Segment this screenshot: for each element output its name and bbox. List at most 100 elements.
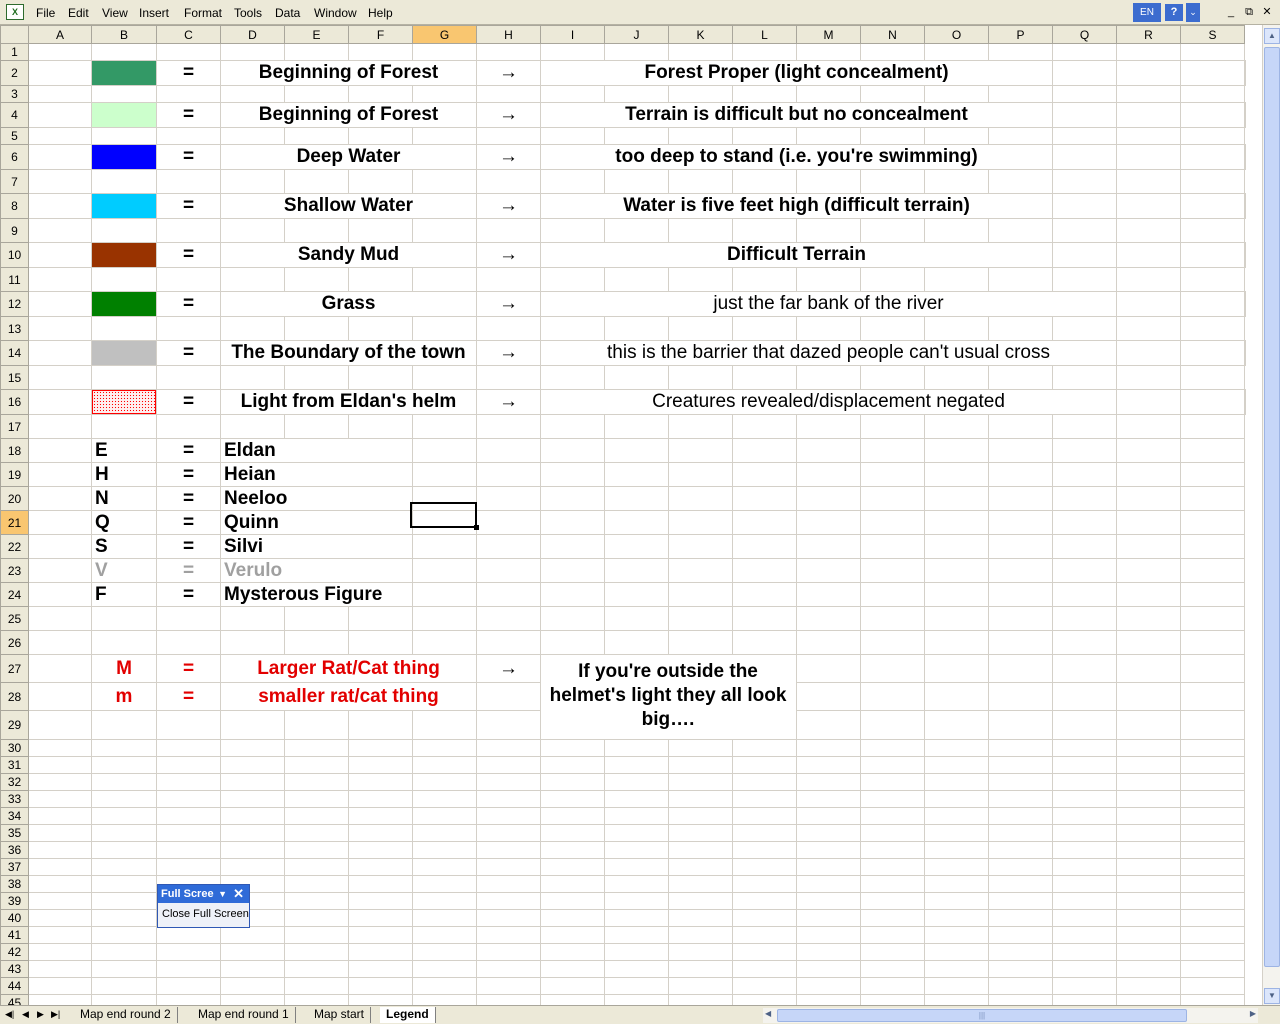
legend-label[interactable]: Shallow Water	[220, 193, 477, 219]
column-header[interactable]: A	[28, 25, 92, 44]
row-header[interactable]: 12	[0, 291, 29, 317]
row-header[interactable]: 36	[0, 841, 29, 859]
tab-map-end-round-2[interactable]: Map end round 2	[74, 1007, 178, 1023]
column-header[interactable]: P	[988, 25, 1053, 44]
swatch-cell[interactable]	[91, 60, 157, 86]
last-sheet-icon[interactable]: ▶|	[51, 1009, 60, 1020]
menu-format[interactable]: Format	[184, 6, 222, 20]
arrow-right-icon[interactable]: →	[476, 389, 541, 415]
menu-help[interactable]: Help	[368, 6, 393, 20]
tab-map-start[interactable]: Map start	[308, 1007, 372, 1023]
close-icon[interactable]: ✕	[233, 885, 244, 903]
column-header[interactable]: C	[156, 25, 221, 44]
character-key[interactable]: E	[91, 438, 157, 463]
column-header[interactable]: K	[668, 25, 733, 44]
column-header[interactable]: L	[732, 25, 797, 44]
column-header[interactable]: I	[540, 25, 605, 44]
character-name[interactable]: Heian	[220, 462, 413, 487]
menu-file[interactable]: File	[36, 6, 55, 20]
menu-tools[interactable]: Tools	[234, 6, 262, 20]
equals-sign[interactable]: =	[156, 193, 221, 219]
row-header[interactable]: 18	[0, 438, 29, 463]
column-header[interactable]: R	[1116, 25, 1181, 44]
row-header[interactable]: 38	[0, 875, 29, 893]
character-key[interactable]: N	[91, 486, 157, 511]
monster-name[interactable]: Larger Rat/Cat thing	[220, 654, 477, 683]
row-header[interactable]: 9	[0, 218, 29, 243]
scroll-down-icon[interactable]: ▼	[1264, 988, 1280, 1004]
column-header[interactable]: B	[91, 25, 157, 44]
character-key[interactable]: V	[91, 558, 157, 583]
arrow-right-icon[interactable]: →	[476, 242, 541, 268]
worksheet-grid[interactable]: A B C D E F G H I J K L M N O P Q R S 1 …	[0, 25, 1280, 1005]
legend-label[interactable]: The Boundary of the town	[220, 340, 477, 366]
row-header[interactable]: 37	[0, 858, 29, 876]
column-header[interactable]: S	[1180, 25, 1245, 44]
row-header[interactable]: 14	[0, 340, 29, 366]
equals-sign[interactable]: =	[156, 558, 221, 583]
column-header[interactable]: F	[348, 25, 413, 44]
scroll-left-icon[interactable]: ◀	[765, 1009, 771, 1018]
row-header[interactable]: 15	[0, 365, 29, 390]
row-header[interactable]: 35	[0, 824, 29, 842]
character-name[interactable]: Quinn	[220, 510, 413, 535]
arrow-right-icon[interactable]: →	[476, 291, 541, 317]
legend-description[interactable]: Creatures revealed/displacement negated	[540, 389, 1117, 415]
character-key[interactable]: S	[91, 534, 157, 559]
scroll-right-icon[interactable]: ▶	[1250, 1009, 1256, 1018]
menu-edit[interactable]: Edit	[68, 6, 89, 20]
row-header[interactable]: 8	[0, 193, 29, 219]
equals-sign[interactable]: =	[156, 340, 221, 366]
equals-sign[interactable]: =	[156, 60, 221, 86]
legend-label[interactable]: Grass	[220, 291, 477, 317]
character-name[interactable]: Mysterous Figure	[220, 582, 413, 607]
chevron-down-icon[interactable]: ⌄	[1186, 3, 1200, 22]
language-indicator[interactable]: EN	[1133, 3, 1161, 22]
row-header[interactable]: 44	[0, 977, 29, 995]
legend-description[interactable]: Terrain is difficult but no concealment	[540, 102, 1053, 128]
column-header[interactable]: E	[284, 25, 349, 44]
legend-description[interactable]: Water is five feet high (difficult terra…	[540, 193, 1053, 219]
equals-sign[interactable]: =	[156, 462, 221, 487]
row-header[interactable]: 42	[0, 943, 29, 961]
row-header[interactable]: 2	[0, 60, 29, 86]
minimize-icon[interactable]: _	[1223, 5, 1239, 20]
row-header[interactable]: 33	[0, 790, 29, 808]
legend-label[interactable]: Beginning of Forest	[220, 102, 477, 128]
equals-sign[interactable]: =	[156, 682, 221, 711]
menu-data[interactable]: Data	[275, 6, 300, 20]
character-name[interactable]: Silvi	[220, 534, 413, 559]
row-header[interactable]: 31	[0, 756, 29, 774]
full-screen-toolbar[interactable]: Full Scree ▼ ✕ Close Full Screen	[157, 884, 250, 928]
row-header[interactable]: 19	[0, 462, 29, 487]
swatch-cell[interactable]	[91, 193, 157, 219]
row-header[interactable]: 26	[0, 630, 29, 655]
menu-window[interactable]: Window	[314, 6, 357, 20]
row-header[interactable]: 40	[0, 909, 29, 927]
character-name[interactable]: Eldan	[220, 438, 413, 463]
arrow-right-icon[interactable]: →	[476, 60, 541, 86]
vertical-scrollbar[interactable]: ▲ ▼	[1262, 25, 1280, 1005]
excel-app-icon[interactable]: X	[6, 4, 24, 20]
scroll-up-icon[interactable]: ▲	[1264, 28, 1280, 44]
legend-description[interactable]: Difficult Terrain	[540, 242, 1053, 268]
legend-label[interactable]: Sandy Mud	[220, 242, 477, 268]
row-header[interactable]: 43	[0, 960, 29, 978]
character-key[interactable]: Q	[91, 510, 157, 535]
row-header[interactable]: 10	[0, 242, 29, 268]
row-header[interactable]: 24	[0, 582, 29, 607]
arrow-right-icon[interactable]: →	[476, 193, 541, 219]
column-header[interactable]: J	[604, 25, 669, 44]
row-header[interactable]: 17	[0, 414, 29, 439]
row-header[interactable]: 16	[0, 389, 29, 415]
swatch-cell[interactable]	[91, 291, 157, 317]
arrow-right-icon[interactable]: →	[476, 144, 541, 170]
equals-sign[interactable]: =	[156, 144, 221, 170]
tab-legend[interactable]: Legend	[380, 1007, 436, 1023]
row-header[interactable]: 30	[0, 739, 29, 757]
column-header-selected[interactable]: G	[412, 25, 477, 44]
equals-sign[interactable]: =	[156, 291, 221, 317]
row-header[interactable]: 41	[0, 926, 29, 944]
equals-sign[interactable]: =	[156, 582, 221, 607]
equals-sign[interactable]: =	[156, 510, 221, 535]
